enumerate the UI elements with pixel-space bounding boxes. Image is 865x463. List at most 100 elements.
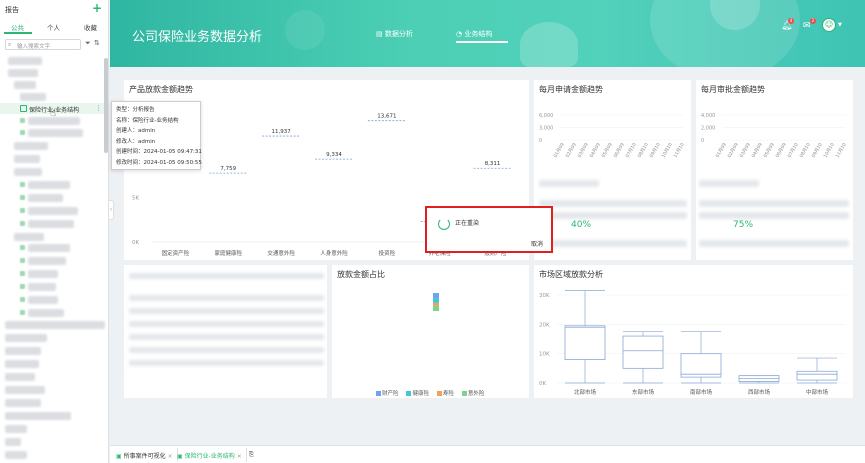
tree-item[interactable] <box>28 220 74 228</box>
tree-item[interactable] <box>28 296 58 304</box>
share-segment <box>433 293 439 299</box>
x-tick-label: 西部市场 <box>748 388 771 396</box>
tooltip-type: 类型：分析报告 <box>116 107 155 113</box>
legend-item: 寿险 <box>436 391 454 397</box>
tree-item[interactable] <box>28 194 63 202</box>
tooltip-name: 名称：保险行业-业务结构 <box>116 117 179 124</box>
sidebar-title: 报告 <box>5 6 19 14</box>
tree-item[interactable] <box>28 309 64 317</box>
x-tick-label: 南部市场 <box>690 388 713 396</box>
tree-item[interactable] <box>5 347 41 355</box>
tree-item[interactable] <box>5 373 35 381</box>
monthly-approve-chart: 4,000 2,000 0 01月09 02月09 03月09 04月09 05月09 06月0… <box>701 113 848 159</box>
dashboard-header: 公司保险业务数据分析 ▤ 数据分析 ◔ 业务结构 🔔︎ 4 ✉ 2 ☺ ▼ <box>110 0 865 67</box>
x-tick-label: 09月10 <box>811 142 824 159</box>
x-tick-label: 固定资产险 <box>162 249 190 257</box>
tree-item[interactable] <box>5 425 27 433</box>
x-tick-label: 07月10 <box>787 142 800 159</box>
tree-item[interactable] <box>5 386 45 394</box>
x-tick-label: 01月09 <box>553 142 566 159</box>
tree-item[interactable] <box>28 117 80 125</box>
report-icon: ▣ <box>116 453 124 460</box>
tree-item[interactable] <box>28 129 83 137</box>
x-tick-label: 04月09 <box>751 142 764 159</box>
report-icon: ▣ <box>177 453 185 460</box>
tooltip-modified-time: 修改时间：2024-01-05 09:50:55 <box>116 159 202 166</box>
tree-item[interactable] <box>5 451 27 459</box>
tree-item[interactable] <box>28 181 70 189</box>
x-tick-label: 06月09 <box>613 142 626 159</box>
tab-public[interactable]: 公共 <box>11 22 24 32</box>
tree-item[interactable] <box>14 155 40 163</box>
tree-item[interactable] <box>5 360 39 368</box>
y-tick-label: 0K <box>539 381 546 387</box>
y-tick-label: 2,000 <box>701 126 715 132</box>
sidebar: 报告 + 公共 个人 收藏 ⌕ 输入搜索文字 ⏷ ⇅ 保险行业-业务结构 ⋮ ☝ <box>0 0 109 463</box>
sort-icon[interactable]: ⇅ <box>94 39 100 47</box>
tree-item[interactable] <box>28 283 56 291</box>
x-tick-label: 人身意外险 <box>320 249 348 257</box>
tree-item[interactable] <box>8 57 42 65</box>
tree-item[interactable] <box>28 207 78 215</box>
box <box>796 370 838 381</box>
bottom-tab[interactable]: ▣ 所事案件可视化 × <box>112 448 178 462</box>
tree-item[interactable] <box>5 412 71 420</box>
tree-item[interactable] <box>8 69 38 77</box>
tree-item[interactable] <box>5 334 47 342</box>
share-legend: 财产险 健康险 寿险 意外险 <box>376 389 484 397</box>
x-tick-label: 02月09 <box>727 142 740 159</box>
close-icon[interactable]: × <box>237 453 242 460</box>
collapse-sidebar-button[interactable]: ‹ <box>108 200 114 220</box>
active-nav-indicator <box>456 41 508 43</box>
tree-item[interactable] <box>14 142 48 150</box>
tree-item[interactable] <box>14 81 36 89</box>
tree-item[interactable] <box>5 438 21 446</box>
monthly-apply-panel: 每月申请金额趋势 6,000 3,000 0 01月09 02月09 03月09 04月09… <box>534 80 691 260</box>
sidebar-scrollbar[interactable] <box>104 58 108 153</box>
filter-icon[interactable]: ⏷ <box>85 39 91 48</box>
tab-favorites[interactable]: 收藏 <box>84 22 97 32</box>
report-icon <box>20 245 25 250</box>
share-segment <box>433 298 439 303</box>
add-report-button[interactable]: + <box>92 1 102 15</box>
tree-item[interactable] <box>28 257 66 265</box>
tree-item[interactable] <box>14 233 44 241</box>
tree-item[interactable] <box>28 270 58 278</box>
more-icon[interactable]: ⋮ <box>95 104 102 112</box>
nav-business-structure[interactable]: ◔ 业务结构 <box>456 29 492 39</box>
header-decoration <box>285 10 325 50</box>
monthly-apply-chart: 6,000 3,000 0 01月09 02月09 03月09 04月09 05月09 06月0… <box>539 113 686 159</box>
report-info-tooltip: 类型：分析报告 名称：保险行业-业务结构 创建人：admin 修改人：admin… <box>111 101 202 170</box>
tree-item[interactable] <box>5 399 41 407</box>
heart-shield-decoration <box>520 22 578 67</box>
report-icon <box>20 310 25 315</box>
x-tick-label: 家庭健康险 <box>215 249 243 257</box>
x-tick-label: 09月10 <box>649 142 662 159</box>
nav-data-analysis[interactable]: ▤ 数据分析 <box>376 29 413 39</box>
box <box>564 325 606 360</box>
tree-item[interactable] <box>5 321 105 329</box>
tree-item[interactable] <box>20 93 46 101</box>
new-tab-button[interactable]: ⎘ <box>245 448 258 462</box>
legend-item: 健康险 <box>406 391 429 397</box>
box <box>680 353 722 378</box>
tab-personal[interactable]: 个人 <box>47 22 60 32</box>
report-icon <box>20 271 25 276</box>
y-tick-label: 0K <box>132 240 139 246</box>
x-tick-label: 中部市场 <box>806 388 829 396</box>
tree-item[interactable] <box>14 168 42 176</box>
loan-share-chart <box>433 293 439 311</box>
close-icon[interactable]: × <box>168 453 173 460</box>
chevron-down-icon[interactable]: ▼ <box>838 22 842 28</box>
legend-item: 财产险 <box>376 391 399 397</box>
x-tick-label: 05月09 <box>763 142 776 159</box>
approve-percent: 75% <box>733 220 754 230</box>
y-tick-label: 5K <box>132 196 139 202</box>
bottom-tab-active[interactable]: ▣ 保险行业-业务结构 × <box>173 448 247 462</box>
report-icon <box>20 284 25 289</box>
avatar[interactable]: ☺ <box>822 18 836 32</box>
tree-item[interactable] <box>28 244 70 252</box>
search-input[interactable]: ⌕ 输入搜索文字 <box>5 39 81 50</box>
cancel-button[interactable]: 取消 <box>531 239 543 248</box>
y-tick-label: 20K <box>539 322 550 328</box>
